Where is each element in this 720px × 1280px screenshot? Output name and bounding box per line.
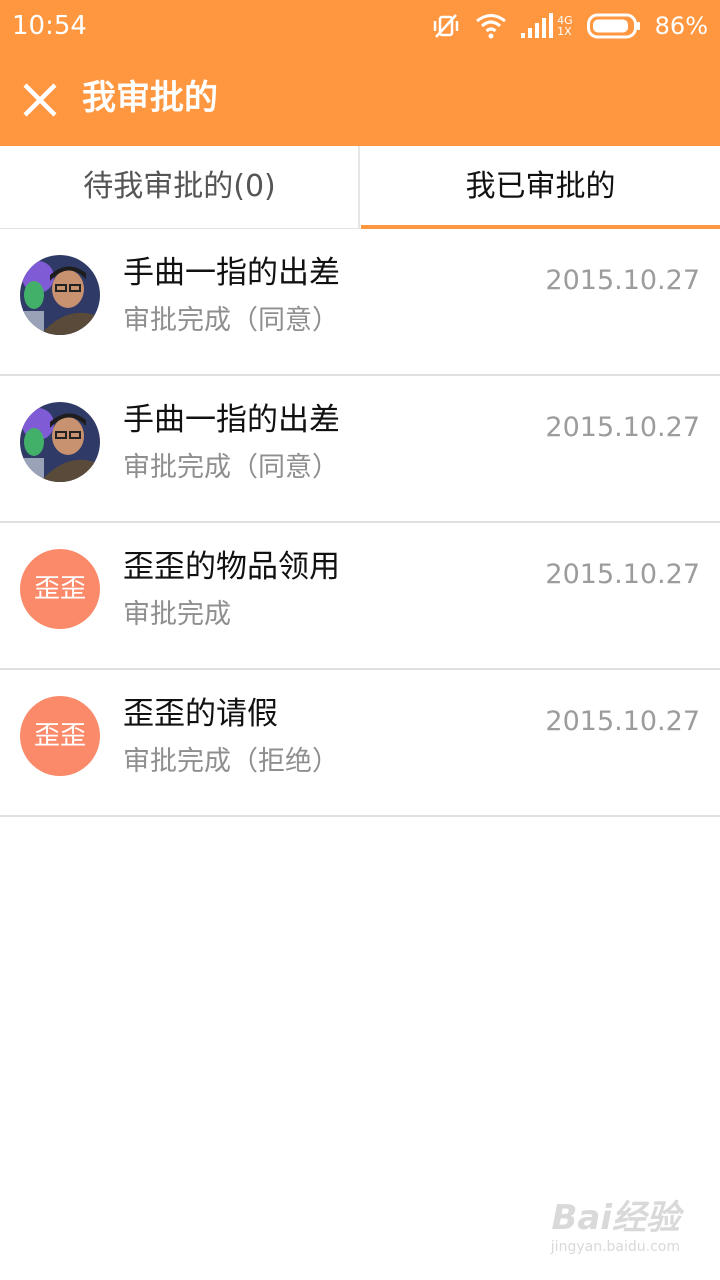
item-status: 审批完成（同意） [123, 305, 339, 336]
tab-bar: 待我审批的(0) 我已审批的 [0, 146, 720, 229]
app-bar: 我审批的 [0, 52, 720, 146]
list-item[interactable]: 歪歪 歪歪的物品领用 审批完成 2015.10.27 [0, 523, 720, 670]
avatar: 歪歪 [20, 696, 100, 776]
header: 10:54 4G 1X 86% 我审批的 [0, 0, 720, 146]
watermark-logo: Bai经验 [551, 1198, 680, 1238]
status-bar: 10:54 4G 1X 86% [0, 0, 720, 52]
item-date: 2015.10.27 [545, 706, 700, 737]
network-type: 4G 1X [557, 15, 573, 37]
avatar: 歪歪 [20, 549, 100, 629]
battery-percent: 86% [654, 12, 708, 40]
item-title: 手曲一指的出差 [123, 255, 340, 291]
page-title: 我审批的 [82, 78, 218, 118]
tab-pending-approval[interactable]: 待我审批的(0) [0, 146, 359, 228]
item-title: 手曲一指的出差 [123, 402, 340, 438]
list-item[interactable]: 手曲一指的出差 审批完成（同意） 2015.10.27 [0, 376, 720, 523]
list-item[interactable]: 手曲一指的出差 审批完成（同意） 2015.10.27 [0, 229, 720, 376]
vibrate-off-icon [431, 11, 461, 41]
list-item[interactable]: 歪歪 歪歪的请假 审批完成（拒绝） 2015.10.27 [0, 670, 720, 817]
avatar [20, 402, 100, 482]
signal-icon [521, 13, 554, 39]
item-date: 2015.10.27 [545, 559, 700, 590]
approval-list: 手曲一指的出差 审批完成（同意） 2015.10.27 手曲一指的出差 审批完成… [0, 229, 720, 817]
tab-approved[interactable]: 我已审批的 [361, 146, 720, 228]
item-status: 审批完成 [123, 599, 231, 630]
watermark-url: jingyan.baidu.com [550, 1239, 680, 1255]
status-icons: 4G 1X 86% [431, 8, 708, 44]
item-title: 歪歪的请假 [123, 696, 278, 732]
network-type-bottom: 1X [557, 25, 572, 38]
avatar [20, 255, 100, 335]
close-icon[interactable] [20, 80, 60, 120]
item-title: 歪歪的物品领用 [123, 549, 340, 585]
item-status: 审批完成（拒绝） [123, 746, 339, 777]
watermark: Bai经验 jingyan.baidu.com [551, 1198, 680, 1256]
status-time: 10:54 [12, 11, 87, 41]
item-date: 2015.10.27 [545, 412, 700, 443]
tab-divider [358, 146, 360, 228]
item-status: 审批完成（同意） [123, 452, 339, 483]
item-date: 2015.10.27 [545, 265, 700, 296]
wifi-icon [475, 12, 507, 40]
battery-icon [586, 13, 641, 39]
